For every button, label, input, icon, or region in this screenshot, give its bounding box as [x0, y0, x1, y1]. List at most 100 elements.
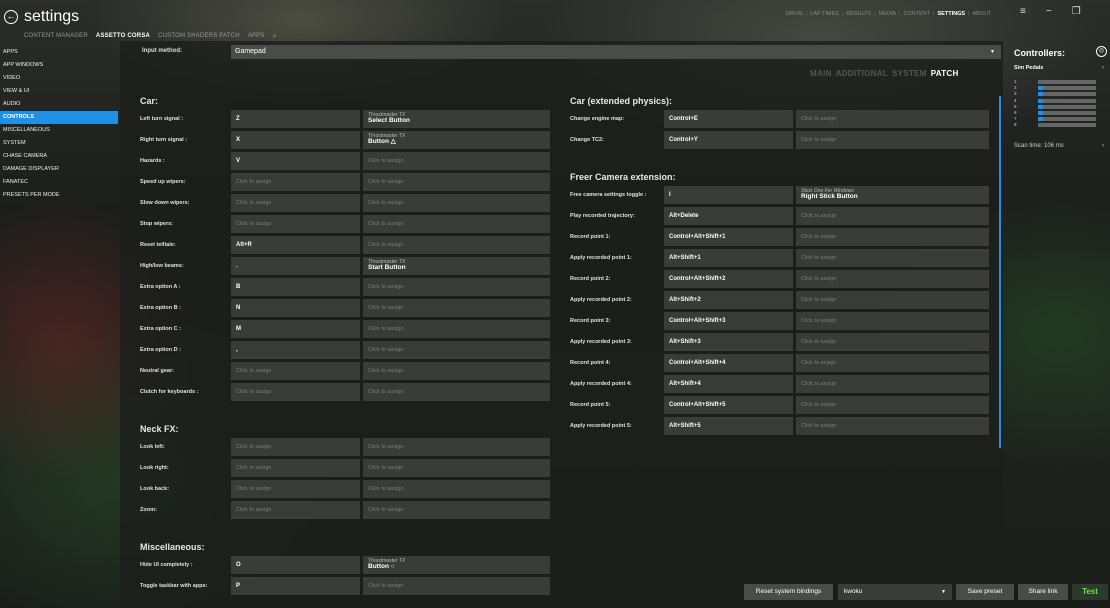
primary-binding-cell[interactable]: Click to assign [231, 215, 360, 233]
secondary-binding-cell[interactable]: Xbox One For Windows Right Stick Button [796, 186, 989, 204]
nav-lap-times[interactable]: LAP TIMES [810, 11, 839, 17]
secondary-binding-cell[interactable]: Click to assign [363, 501, 550, 519]
primary-binding-cell[interactable]: Z [231, 110, 360, 128]
share-link-button[interactable]: Share link [1018, 584, 1068, 600]
scrollbar[interactable] [999, 96, 1001, 448]
secondary-binding-cell[interactable]: Click to assign [796, 354, 989, 372]
device-expand-icon[interactable]: › [1102, 65, 1104, 71]
save-preset-button[interactable]: Save preset [956, 584, 1014, 600]
secondary-binding-cell[interactable]: Click to assign [363, 362, 550, 380]
sidebar-item-fanatec[interactable]: FANATEC [0, 176, 118, 189]
secondary-binding-cell[interactable]: Click to assign [363, 459, 550, 477]
secondary-binding-cell[interactable]: Click to assign [363, 236, 550, 254]
tab-main[interactable]: MAIN [810, 69, 832, 78]
nav-drive[interactable]: DRIVE [786, 11, 803, 17]
secondary-binding-cell[interactable]: Click to assign [796, 131, 989, 149]
secondary-binding-cell[interactable]: Click to assign [796, 207, 989, 225]
primary-binding-cell[interactable]: X [231, 131, 360, 149]
sidebar-item-view-ui[interactable]: VIEW & UI [0, 85, 118, 98]
subnav-assetto-corsa[interactable]: ASSETTO CORSA [96, 33, 150, 41]
primary-binding-cell[interactable]: Alt+R [231, 236, 360, 254]
controller-settings-icon[interactable]: ◎ [1096, 46, 1107, 57]
primary-binding-cell[interactable]: Control+Alt+Shift+3 [664, 312, 793, 330]
primary-binding-cell[interactable]: Click to assign [231, 173, 360, 191]
secondary-binding-cell[interactable]: Click to assign [363, 577, 550, 595]
primary-binding-cell[interactable]: Click to assign [231, 480, 360, 498]
secondary-binding-cell[interactable]: Click to assign [363, 278, 550, 296]
primary-binding-cell[interactable]: Control+Alt+Shift+1 [664, 228, 793, 246]
secondary-binding-cell[interactable]: Click to assign [796, 417, 989, 435]
test-button[interactable]: Test [1072, 584, 1108, 600]
secondary-binding-cell[interactable]: Click to assign [363, 341, 550, 359]
nav-results[interactable]: RESULTS [846, 11, 871, 17]
secondary-binding-cell[interactable]: Thrustmaster TX Button △ [363, 131, 550, 149]
secondary-binding-cell[interactable]: Click to assign [363, 438, 550, 456]
secondary-binding-cell[interactable]: Click to assign [796, 312, 989, 330]
search-icon[interactable]: ⌕ [273, 33, 277, 41]
primary-binding-cell[interactable]: Control+E [664, 110, 793, 128]
primary-binding-cell[interactable]: Click to assign [231, 459, 360, 477]
preset-select[interactable]: kwoku ▼ [838, 584, 952, 600]
secondary-binding-cell[interactable]: Click to assign [796, 249, 989, 267]
secondary-binding-cell[interactable]: Click to assign [796, 375, 989, 393]
primary-binding-cell[interactable]: Alt+Shift+5 [664, 417, 793, 435]
secondary-binding-cell[interactable]: Click to assign [363, 173, 550, 191]
input-method-select[interactable]: Gamepad ▼ [231, 45, 1001, 59]
primary-binding-cell[interactable]: Click to assign [231, 501, 360, 519]
primary-binding-cell[interactable]: B [231, 278, 360, 296]
primary-binding-cell[interactable]: Alt+Delete [664, 207, 793, 225]
secondary-binding-cell[interactable]: Click to assign [363, 152, 550, 170]
primary-binding-cell[interactable]: Alt+Shift+4 [664, 375, 793, 393]
menu-icon[interactable]: ≡ [1020, 6, 1026, 17]
primary-binding-cell[interactable]: Control+Alt+Shift+4 [664, 354, 793, 372]
primary-binding-cell[interactable]: Alt+Shift+1 [664, 249, 793, 267]
nav-about[interactable]: ABOUT [972, 11, 991, 17]
primary-binding-cell[interactable]: Alt+Shift+2 [664, 291, 793, 309]
secondary-binding-cell[interactable]: Click to assign [363, 480, 550, 498]
maximize-icon[interactable]: ❐ [1072, 6, 1081, 17]
secondary-binding-cell[interactable]: Click to assign [363, 299, 550, 317]
back-arrow-icon[interactable]: ← [4, 10, 18, 24]
sidebar-item-system[interactable]: SYSTEM [0, 137, 118, 150]
primary-binding-cell[interactable]: N [231, 299, 360, 317]
secondary-binding-cell[interactable]: Click to assign [796, 291, 989, 309]
sidebar-item-damage-displayer[interactable]: DAMAGE DISPLAYER [0, 163, 118, 176]
sidebar-item-video[interactable]: VIDEO [0, 72, 118, 85]
minimize-icon[interactable]: − [1046, 6, 1052, 17]
sidebar-item-apps[interactable]: APPS [0, 46, 118, 59]
subnav-custom-shaders-patch[interactable]: CUSTOM SHADERS PATCH [158, 33, 240, 41]
reset-system-bindings-button[interactable]: Reset system bindings [744, 584, 833, 600]
tab-patch[interactable]: PATCH [931, 69, 959, 78]
tab-system[interactable]: SYSTEM [892, 69, 927, 78]
secondary-binding-cell[interactable]: Click to assign [363, 194, 550, 212]
primary-binding-cell[interactable]: Control+Y [664, 131, 793, 149]
scan-expand-icon[interactable]: › [1102, 143, 1104, 149]
primary-binding-cell[interactable]: Click to assign [231, 438, 360, 456]
sidebar-item-app-windows[interactable]: APP WINDOWS [0, 59, 118, 72]
tab-additional[interactable]: ADDITIONAL [836, 69, 888, 78]
subnav-apps[interactable]: APPS [248, 33, 265, 41]
secondary-binding-cell[interactable]: Click to assign [796, 396, 989, 414]
primary-binding-cell[interactable]: I [664, 186, 793, 204]
primary-binding-cell[interactable]: Click to assign [231, 383, 360, 401]
sidebar-item-audio[interactable]: AUDIO [0, 98, 118, 111]
primary-binding-cell[interactable]: , [231, 341, 360, 359]
primary-binding-cell[interactable]: . [231, 257, 360, 275]
secondary-binding-cell[interactable]: Thrustmaster TX Start Button [363, 257, 550, 275]
primary-binding-cell[interactable]: Alt+Shift+3 [664, 333, 793, 351]
secondary-binding-cell[interactable]: Click to assign [796, 110, 989, 128]
secondary-binding-cell[interactable]: Thrustmaster TX Select Button [363, 110, 550, 128]
sidebar-item-miscellaneous[interactable]: MISCELLANEOUS [0, 124, 118, 137]
primary-binding-cell[interactable]: P [231, 577, 360, 595]
nav-media[interactable]: MEDIA [879, 11, 896, 17]
primary-binding-cell[interactable]: M [231, 320, 360, 338]
secondary-binding-cell[interactable]: Click to assign [363, 215, 550, 233]
secondary-binding-cell[interactable]: Thrustmaster TX Button ○ [363, 556, 550, 574]
nav-content[interactable]: CONTENT [903, 11, 930, 17]
sidebar-item-chase-camera[interactable]: CHASE CAMERA [0, 150, 118, 163]
primary-binding-cell[interactable]: Control+Alt+Shift+5 [664, 396, 793, 414]
secondary-binding-cell[interactable]: Click to assign [796, 333, 989, 351]
nav-settings[interactable]: SETTINGS [938, 11, 966, 17]
primary-binding-cell[interactable]: Control+Alt+Shift+2 [664, 270, 793, 288]
primary-binding-cell[interactable]: V [231, 152, 360, 170]
